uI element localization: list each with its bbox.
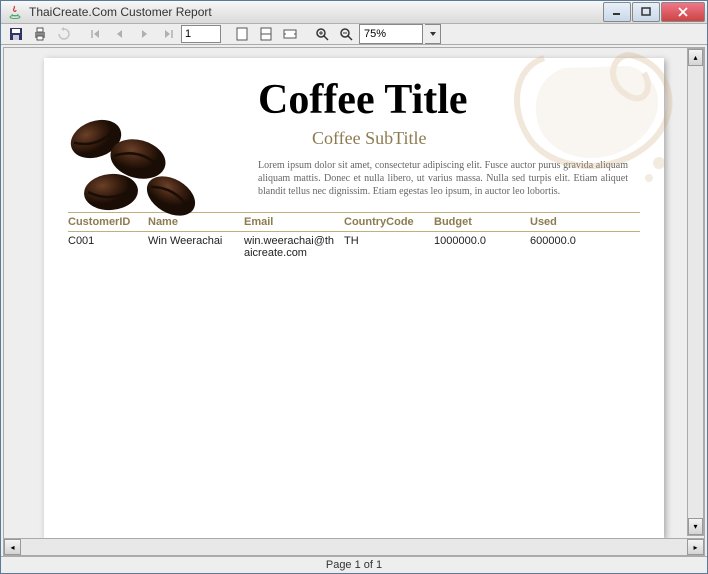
- print-button[interactable]: [29, 24, 51, 44]
- last-page-button[interactable]: [157, 24, 179, 44]
- cell-used: 600000.0: [530, 235, 610, 259]
- scroll-down-button[interactable]: ▾: [688, 518, 703, 535]
- coffee-stain-image: [504, 48, 684, 198]
- first-page-button[interactable]: [85, 24, 107, 44]
- scroll-up-button[interactable]: ▴: [688, 49, 703, 66]
- status-bar: Page 1 of 1: [1, 556, 707, 573]
- actual-size-button[interactable]: [231, 24, 253, 44]
- hscroll-track[interactable]: [21, 539, 687, 555]
- col-used: Used: [530, 216, 610, 228]
- cell-name: Win Weerachai: [148, 235, 244, 259]
- scroll-left-button[interactable]: ◂: [4, 539, 21, 555]
- next-page-button[interactable]: [133, 24, 155, 44]
- java-icon: [7, 4, 23, 20]
- zoom-in-button[interactable]: [311, 24, 333, 44]
- maximize-button[interactable]: [632, 2, 660, 22]
- vertical-scrollbar[interactable]: ▴ ▾: [687, 48, 704, 536]
- canvas-area[interactable]: Coffee Title Coffee SubTitle Lorem ipsum…: [4, 48, 704, 538]
- cell-email: win.weerachai@thaicreate.com: [244, 235, 344, 259]
- col-countrycode: CountryCode: [344, 216, 434, 228]
- close-button[interactable]: [661, 2, 705, 22]
- zoom-combo[interactable]: 75%: [359, 24, 423, 44]
- page-number-input[interactable]: [181, 25, 221, 43]
- report-viewer: Coffee Title Coffee SubTitle Lorem ipsum…: [1, 45, 707, 556]
- fit-width-button[interactable]: [279, 24, 301, 44]
- prev-page-button[interactable]: [109, 24, 131, 44]
- toolbar: 75%: [1, 24, 707, 45]
- cell-customerid: C001: [68, 235, 148, 259]
- vscroll-track[interactable]: [688, 66, 703, 518]
- cell-budget: 1000000.0: [434, 235, 530, 259]
- window-title: ThaiCreate.Com Customer Report: [29, 5, 602, 19]
- cell-countrycode: TH: [344, 235, 434, 259]
- report-page: Coffee Title Coffee SubTitle Lorem ipsum…: [44, 58, 664, 538]
- fit-page-button[interactable]: [255, 24, 277, 44]
- zoom-dropdown-button[interactable]: [425, 24, 441, 44]
- page-indicator: Page 1 of 1: [326, 559, 382, 571]
- table-row: C001 Win Weerachai win.weerachai@thaicre…: [68, 232, 640, 262]
- save-button[interactable]: [5, 24, 27, 44]
- reload-button[interactable]: [53, 24, 75, 44]
- col-budget: Budget: [434, 216, 530, 228]
- scroll-right-button[interactable]: ▸: [687, 539, 704, 555]
- zoom-out-button[interactable]: [335, 24, 357, 44]
- col-email: Email: [244, 216, 344, 228]
- titlebar: ThaiCreate.Com Customer Report: [1, 1, 707, 24]
- coffee-beans-image: [66, 114, 236, 234]
- minimize-button[interactable]: [603, 2, 631, 22]
- horizontal-scrollbar[interactable]: ◂ ▸: [4, 538, 704, 555]
- app-window: ThaiCreate.Com Customer Report 75%: [0, 0, 708, 574]
